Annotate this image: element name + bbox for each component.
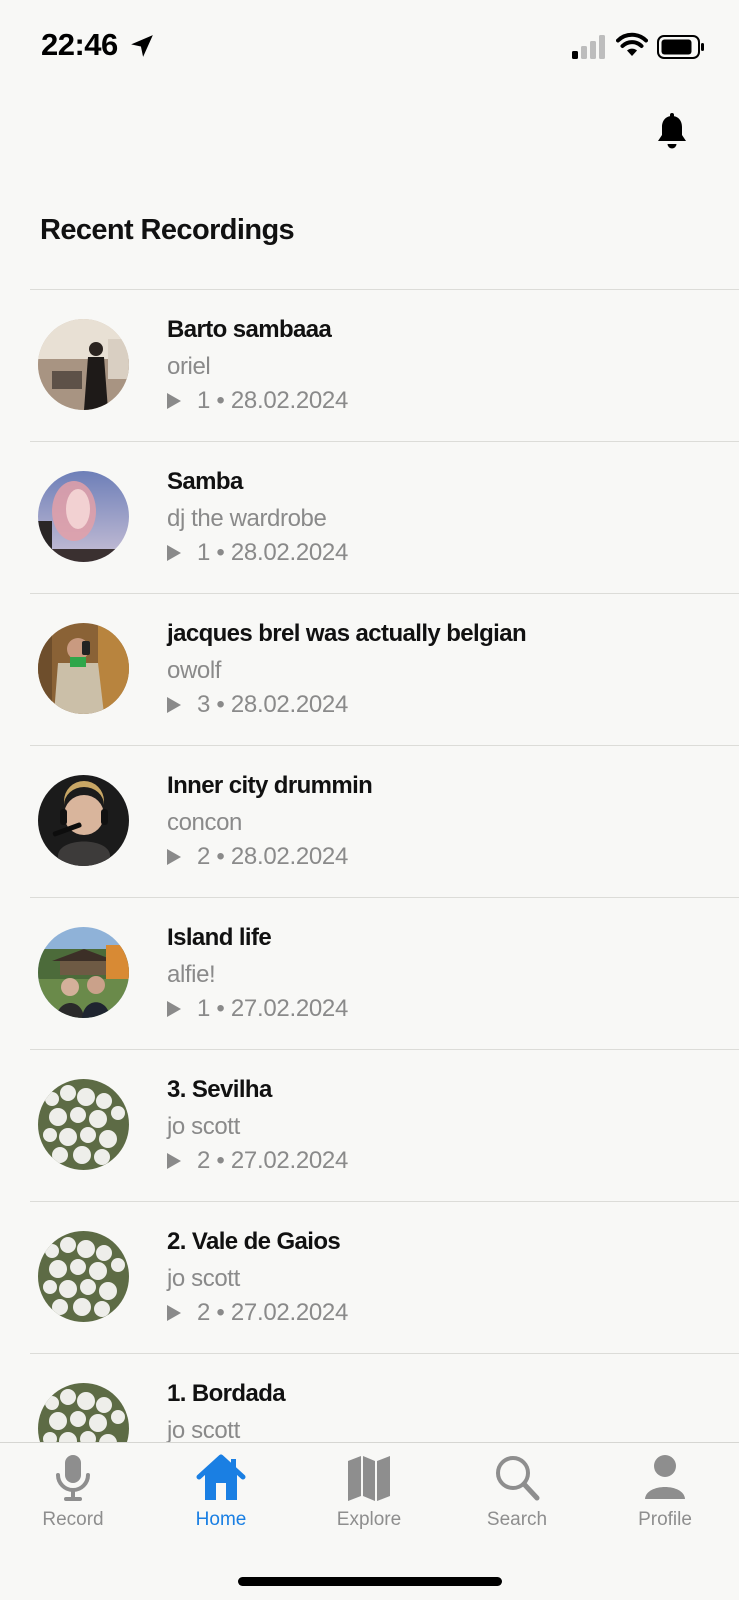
- tab-profile[interactable]: Profile: [605, 1453, 725, 1543]
- map-icon: [348, 1456, 390, 1501]
- microphone-icon: [56, 1455, 90, 1501]
- tab-home-label: Home: [195, 1509, 247, 1530]
- recordings-list[interactable]: Barto sambaaa oriel 1 • 28.02.2024 Samba…: [0, 289, 739, 1442]
- list-item[interactable]: jacques brel was actually belgian owolf …: [30, 593, 739, 745]
- list-item[interactable]: Inner city drummin concon 2 • 28.02.2024: [30, 745, 739, 897]
- play-icon[interactable]: [167, 849, 181, 865]
- wifi-icon: [616, 32, 648, 56]
- list-item[interactable]: 1. Bordada jo scott: [30, 1353, 739, 1442]
- home-indicator[interactable]: [238, 1577, 502, 1586]
- recording-title: Samba: [167, 468, 243, 495]
- avatar: [38, 775, 129, 866]
- recording-title: jacques brel was actually belgian: [167, 620, 527, 647]
- recording-meta: 2 • 27.02.2024: [167, 1299, 348, 1327]
- bell-icon[interactable]: [655, 113, 689, 151]
- recording-meta: 1 • 27.02.2024: [167, 995, 348, 1023]
- location-arrow-icon: [131, 35, 153, 57]
- home-icon: [196, 1454, 246, 1500]
- status-time: 22:46: [41, 27, 118, 62]
- recording-title: 2. Vale de Gaios: [167, 1228, 341, 1255]
- avatar: [38, 471, 129, 562]
- person-icon: [645, 1455, 685, 1499]
- avatar: [38, 623, 129, 714]
- recording-author[interactable]: oriel: [167, 353, 211, 381]
- tab-record[interactable]: Record: [13, 1453, 133, 1543]
- recording-meta-text: 1 • 28.02.2024: [197, 539, 349, 566]
- recording-author[interactable]: alfie!: [167, 961, 216, 989]
- list-item[interactable]: Island life alfie! 1 • 27.02.2024: [30, 897, 739, 1049]
- play-icon[interactable]: [167, 1153, 181, 1169]
- recording-author[interactable]: concon: [167, 809, 242, 837]
- avatar: [38, 1231, 129, 1322]
- recording-title: Island life: [167, 924, 272, 951]
- recording-meta: 3 • 28.02.2024: [167, 691, 348, 719]
- recording-meta-text: 3 • 28.02.2024: [197, 691, 349, 718]
- play-icon[interactable]: [167, 393, 181, 409]
- recording-meta-text: 2 • 27.02.2024: [197, 1299, 349, 1326]
- recording-meta-text: 1 • 27.02.2024: [197, 995, 349, 1022]
- tab-search[interactable]: Search: [457, 1453, 577, 1543]
- tab-explore[interactable]: Explore: [309, 1453, 429, 1543]
- recording-meta: 2 • 28.02.2024: [167, 843, 348, 871]
- play-icon[interactable]: [167, 1305, 181, 1321]
- avatar: [38, 319, 129, 410]
- list-item[interactable]: Barto sambaaa oriel 1 • 28.02.2024: [30, 289, 739, 441]
- recording-meta: 2 • 27.02.2024: [167, 1147, 348, 1175]
- recording-author[interactable]: dj the wardrobe: [167, 505, 327, 533]
- play-icon[interactable]: [167, 545, 181, 561]
- recording-title: 3. Sevilha: [167, 1076, 272, 1103]
- recording-meta-text: 2 • 28.02.2024: [197, 843, 349, 870]
- recording-author[interactable]: jo scott: [167, 1113, 240, 1141]
- tab-profile-label: Profile: [638, 1509, 692, 1530]
- tab-home[interactable]: Home: [161, 1453, 281, 1543]
- avatar: [38, 1079, 129, 1170]
- recording-author[interactable]: jo scott: [167, 1417, 240, 1442]
- recording-meta: 1 • 28.02.2024: [167, 539, 348, 567]
- recording-title: 1. Bordada: [167, 1380, 286, 1407]
- tab-record-label: Record: [42, 1509, 104, 1530]
- page-title: Recent Recordings: [40, 214, 295, 246]
- recording-meta-text: 2 • 27.02.2024: [197, 1147, 349, 1174]
- avatar: [38, 1383, 129, 1442]
- list-item[interactable]: 3. Sevilha jo scott 2 • 27.02.2024: [30, 1049, 739, 1201]
- search-icon: [496, 1456, 540, 1501]
- play-icon[interactable]: [167, 697, 181, 713]
- battery-icon: [657, 35, 704, 59]
- cellular-signal-icon: [572, 35, 605, 59]
- recording-meta: 1 • 28.02.2024: [167, 387, 348, 415]
- recording-author[interactable]: owolf: [167, 657, 221, 685]
- recording-author[interactable]: jo scott: [167, 1265, 240, 1293]
- status-bar: 22:46: [0, 0, 739, 95]
- avatar: [38, 927, 129, 1018]
- recording-title: Barto sambaaa: [167, 316, 332, 343]
- recording-title: Inner city drummin: [167, 772, 373, 799]
- list-item[interactable]: 2. Vale de Gaios jo scott 2 • 27.02.2024: [30, 1201, 739, 1353]
- play-icon[interactable]: [167, 1001, 181, 1017]
- recording-meta-text: 1 • 28.02.2024: [197, 387, 349, 414]
- list-item[interactable]: Samba dj the wardrobe 1 • 28.02.2024: [30, 441, 739, 593]
- tab-explore-label: Explore: [336, 1509, 402, 1530]
- tab-search-label: Search: [486, 1509, 548, 1530]
